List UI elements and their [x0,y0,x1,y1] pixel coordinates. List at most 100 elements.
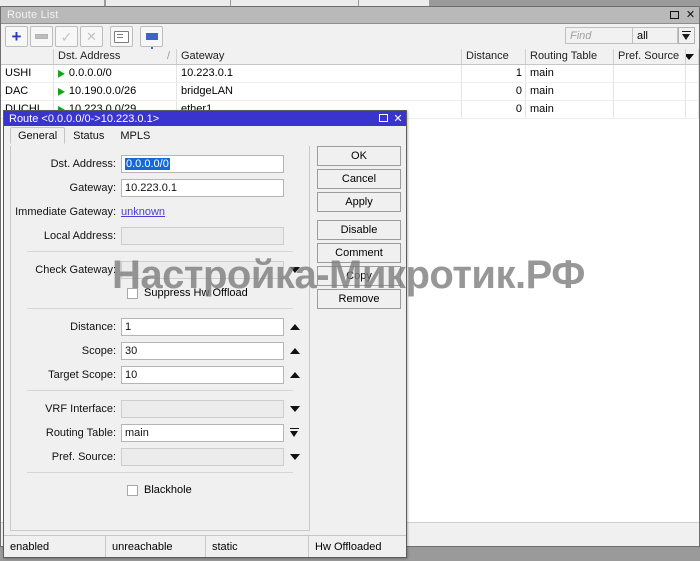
route-list-title: Route List [7,9,59,21]
ok-button[interactable]: OK [317,146,401,166]
pref-source-select[interactable] [121,447,284,466]
divider-3 [27,390,293,391]
routing-table-label: Routing Table: [45,426,116,439]
column-header-pref-source[interactable]: Pref. Source [614,49,686,64]
vrf-interface-select[interactable] [121,399,284,418]
tab-status[interactable]: Status [65,127,112,144]
column-header-routing-table[interactable]: Routing Table [526,49,614,64]
field-row-vrf-interface: VRF Interface: [11,399,309,418]
copy-button[interactable]: Copy [317,266,401,286]
cell-spacer [686,65,699,82]
tab-general[interactable]: General [10,127,66,144]
route-dialog-titlebar[interactable]: Route <0.0.0.0/0->10.223.0.1> ✕ [4,111,406,126]
chevron-down-icon[interactable] [678,27,695,44]
suppress-hw-offload-label: Suppress Hw Offload [144,287,248,299]
route-list-toolbar: + ✓ ✕ Find all [1,24,699,52]
remove-icon[interactable] [30,26,53,47]
vrf-interface-label: VRF Interface: [45,402,116,415]
maximize-icon[interactable] [377,112,389,124]
scope-stepper-up-icon[interactable] [288,342,301,360]
distance-input[interactable]: 1 [121,317,284,336]
table-row[interactable]: DAC ▶ 10.190.0.0/26 bridgeLAN 0 main [1,83,699,101]
field-row-pref-source: Pref. Source: [11,447,309,466]
routing-table-select[interactable]: main [121,423,284,442]
local-address-input[interactable] [121,226,284,245]
cell-spacer [686,83,699,100]
cell-routing-table: main [526,101,614,118]
find-controls: Find all [565,27,695,44]
remove-button[interactable]: Remove [317,289,401,309]
status-reachability: unreachable [106,536,206,557]
dst-address-label: Dst. Address: [50,157,116,170]
route-arrow-icon: ▶ [58,67,65,79]
blackhole-checkbox[interactable] [127,484,138,496]
target-scope-input[interactable]: 10 [121,365,284,384]
status-hw-offloaded: Hw Offloaded [315,540,382,553]
routing-table-dropdown-icon[interactable] [288,424,301,442]
field-row-dst-address: Dst. Address: 0.0.0.0/0 [11,154,309,173]
route-dialog-body: General Status MPLS Dst. Address: 0.0.0.… [4,126,406,535]
divider-1 [27,251,293,252]
column-header-gateway[interactable]: Gateway [177,49,462,64]
route-list-titlebar[interactable]: Route List ✕ [1,7,699,24]
distance-label: Distance: [70,320,116,333]
scope-input[interactable]: 30 [121,341,284,360]
chevron-down-icon[interactable] [288,261,301,279]
chevron-down-icon[interactable] [288,448,301,466]
add-icon[interactable]: + [5,26,28,47]
table-header-row: Dst. Address / Gateway Distance Routing … [1,49,699,65]
scope-label: Scope: [81,344,116,357]
status-type: static [206,536,309,557]
dst-address-input[interactable]: 0.0.0.0/0 [121,154,284,173]
general-tab-panel: Dst. Address: 0.0.0.0/0 Gateway: 10.223.… [10,146,310,531]
blackhole-label: Blackhole [144,484,192,496]
cell-pref-source [614,83,686,100]
cell-distance: 0 [462,83,526,100]
maximize-icon[interactable] [668,8,681,21]
pref-source-label: Pref. Source: [51,450,116,463]
distance-stepper-up-icon[interactable] [288,318,301,336]
table-row[interactable]: USHI ▶ 0.0.0.0/0 10.223.0.1 1 main [1,65,699,83]
filter-icon[interactable] [140,26,163,52]
tab-mpls[interactable]: MPLS [112,127,158,144]
cell-flags: USHI [1,65,54,82]
divider-4 [27,472,293,473]
sort-indicator: / [166,50,170,62]
search-input[interactable]: Find [565,27,633,44]
cell-routing-table: main [526,83,614,100]
enable-icon[interactable]: ✓ [55,26,78,47]
cell-pref-source [614,65,686,82]
cancel-button[interactable]: Cancel [317,169,401,189]
apply-button[interactable]: Apply [317,192,401,212]
disable-icon[interactable]: ✕ [80,26,103,47]
route-dialog: Route <0.0.0.0/0->10.223.0.1> ✕ General … [3,110,407,558]
close-icon[interactable]: ✕ [684,8,697,21]
field-row-suppress-hw-offload: Suppress Hw Offload [11,284,309,302]
suppress-hw-offload-checkbox[interactable] [127,287,138,299]
route-arrow-icon: ▶ [58,85,65,97]
immediate-gateway-link[interactable]: unknown [121,206,165,218]
gateway-input[interactable]: 10.223.0.1 [121,178,284,197]
check-gateway-select[interactable] [121,260,284,279]
target-scope-stepper-up-icon[interactable] [288,366,301,384]
field-row-local-address: Local Address: [11,226,309,245]
cell-spacer [686,101,699,118]
route-dialog-statusbar: enabled unreachable static Hw Offloaded [4,535,406,557]
chevron-down-icon[interactable] [288,400,301,418]
comment-button[interactable]: Comment [317,243,401,263]
column-options-icon[interactable] [686,49,699,64]
close-icon[interactable]: ✕ [392,112,404,125]
cell-flags: DAC [1,83,54,100]
status-enabled: enabled [4,536,106,557]
route-dialog-window-controls: ✕ [377,112,404,125]
field-row-gateway: Gateway: 10.223.0.1 [11,178,309,197]
disable-button[interactable]: Disable [317,220,401,240]
search-scope-select[interactable]: all [633,27,678,44]
column-header-distance[interactable]: Distance [462,49,526,64]
field-row-check-gateway: Check Gateway: [11,260,309,279]
comment-icon[interactable] [110,26,133,47]
column-header-dst-address[interactable]: Dst. Address / [54,49,177,64]
cell-dst-address: ▶ 10.190.0.0/26 [54,83,177,100]
column-header-flags[interactable] [1,49,54,64]
cell-gateway: 10.223.0.1 [177,65,462,82]
